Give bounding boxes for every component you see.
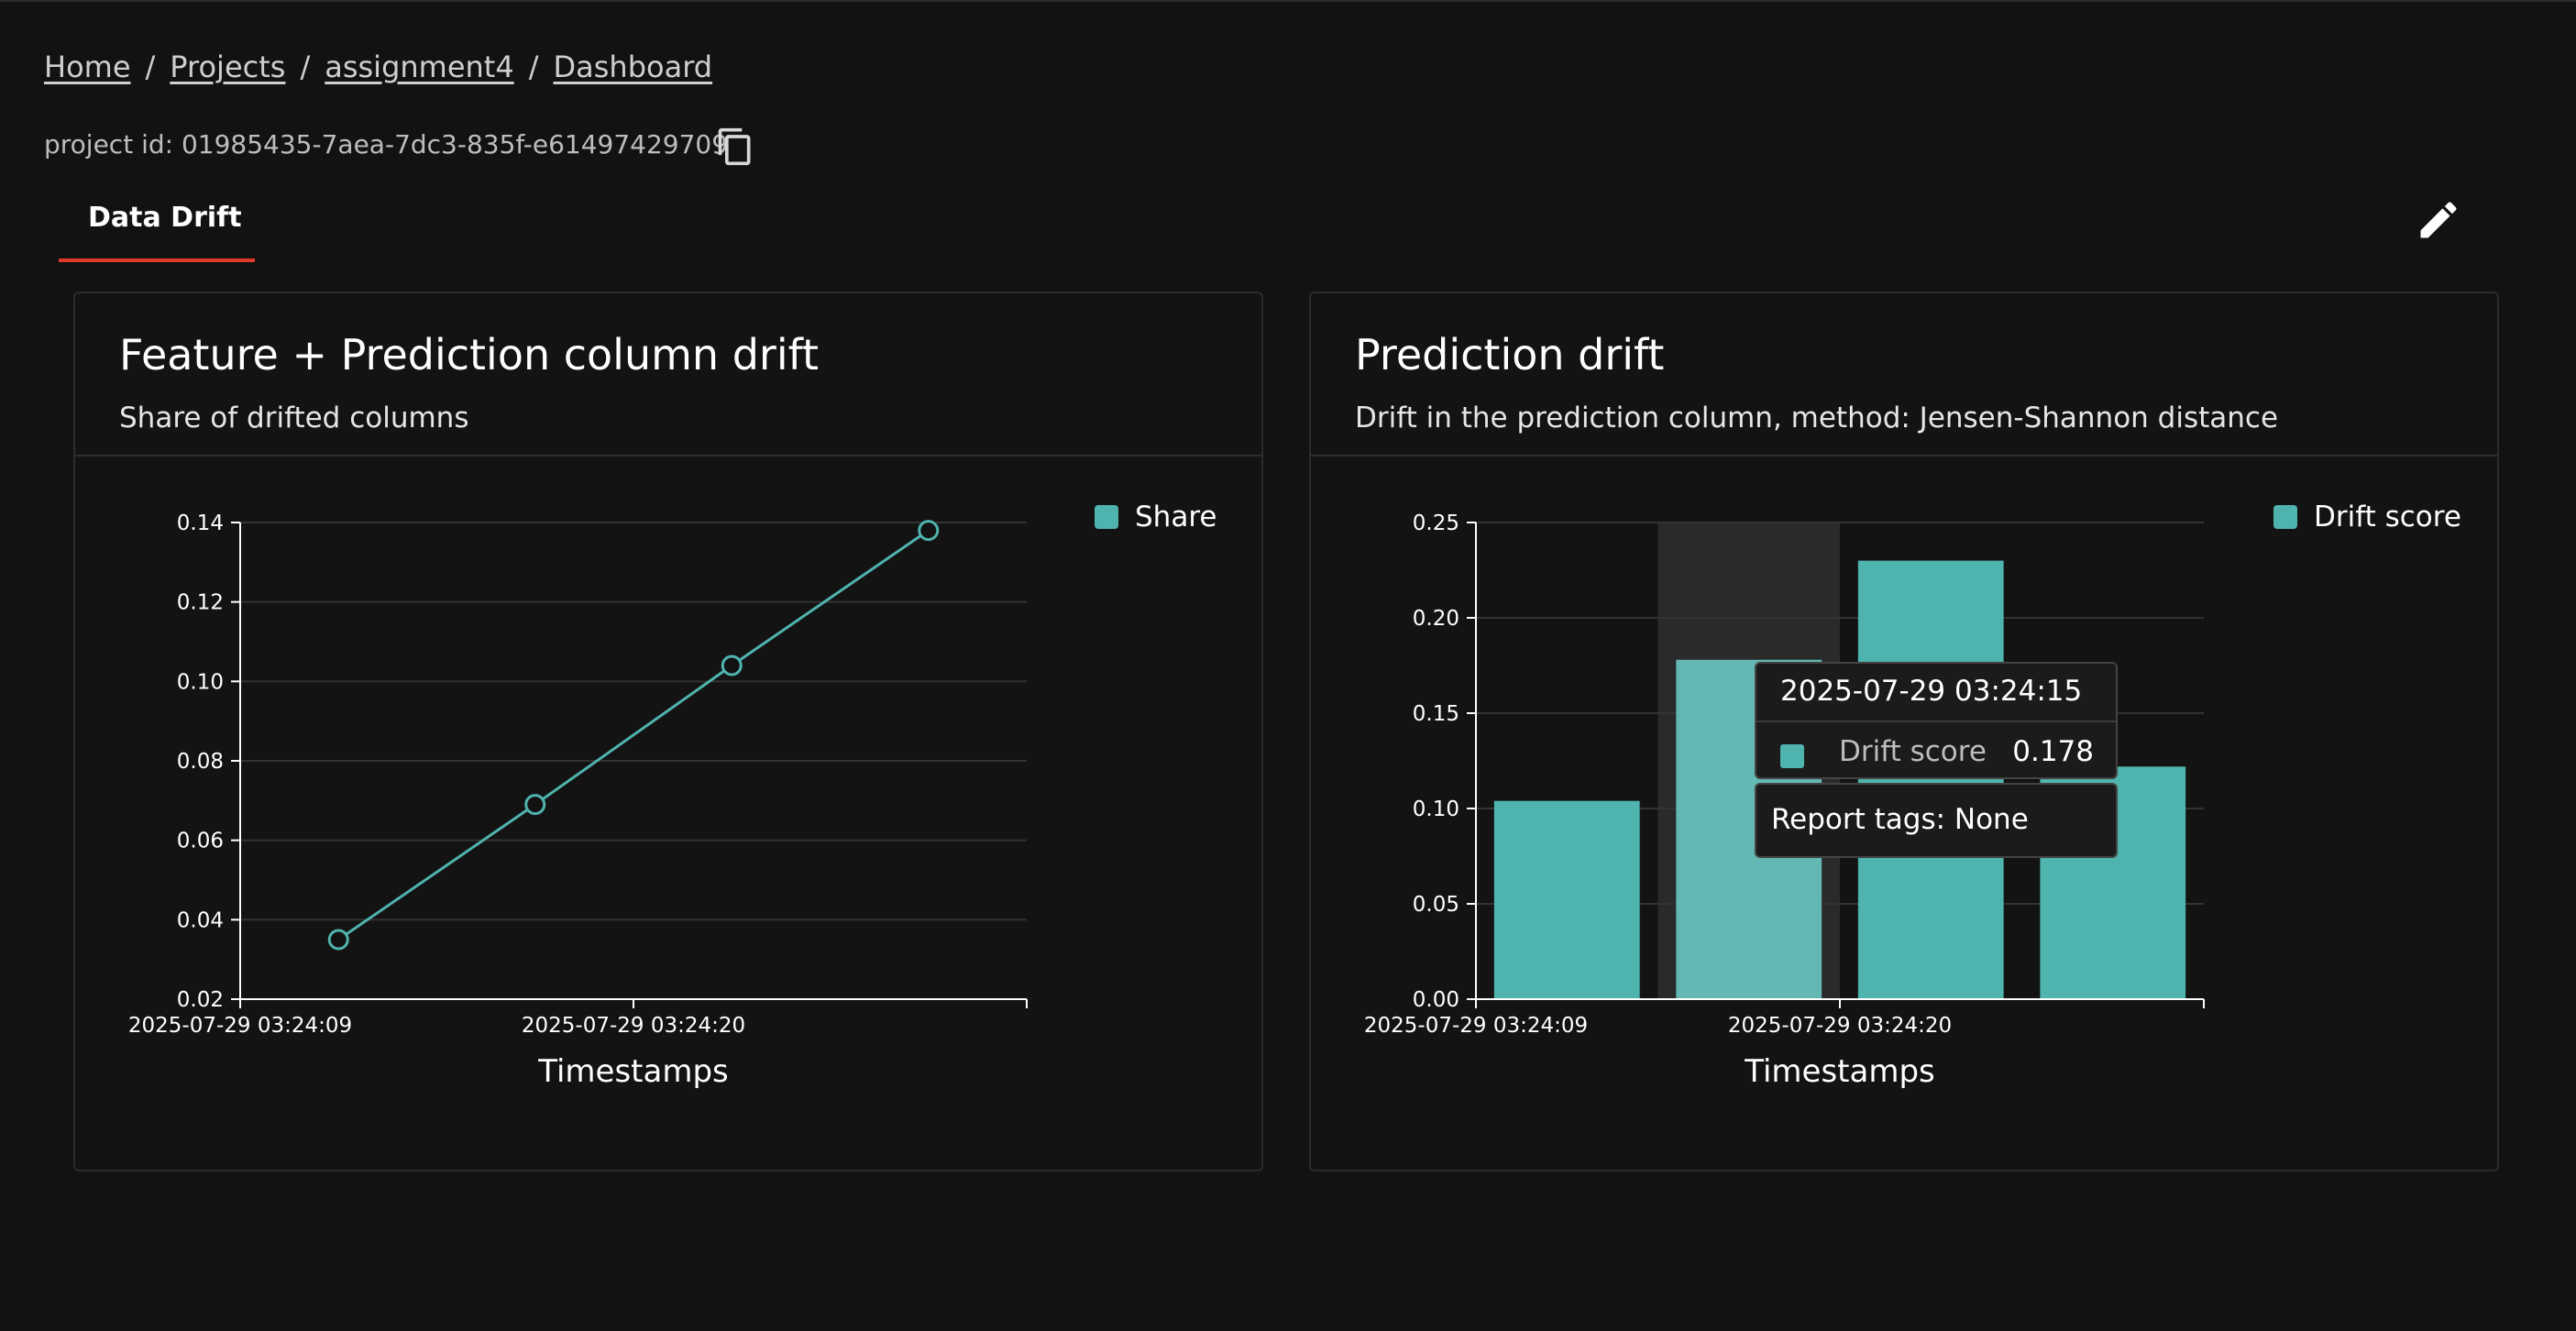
project-id: project id: 01985435-7aea-7dc3-835f-e614… — [44, 129, 728, 160]
breadcrumb-separator: / — [300, 50, 311, 84]
breadcrumb-separator: / — [145, 50, 156, 84]
tooltip-tags: Report tags: None — [1755, 783, 2118, 858]
panel-subtitle: Drift in the prediction column, method: … — [1355, 402, 2279, 434]
tooltip-series-name: Drift score — [1839, 735, 1987, 768]
copy-icon — [718, 127, 751, 166]
tab-data-drift[interactable]: Data Drift — [59, 189, 255, 262]
tooltip-tags-label: Report tags: — [1771, 803, 1946, 836]
chart-tooltip: 2025-07-29 03:24:15 Drift score 0.178 Re… — [1755, 662, 2118, 858]
breadcrumb-project-link[interactable]: assignment4 — [325, 50, 513, 84]
breadcrumb: Home / Projects / assignment4 / Dashboard — [44, 50, 712, 84]
tooltip-body: 2025-07-29 03:24:15 Drift score 0.178 — [1755, 662, 2118, 779]
panel-subtitle: Share of drifted columns — [119, 402, 469, 434]
tooltip-tags-text: Report tags: None — [1771, 803, 2029, 836]
tooltip-date: 2025-07-29 03:24:15 — [1780, 675, 2083, 708]
breadcrumb-home-link[interactable]: Home — [44, 50, 131, 84]
legend-label: Share — [1135, 500, 1217, 534]
tab-data-drift-label: Data Drift — [88, 202, 242, 234]
tooltip-value: 0.178 — [2012, 735, 2094, 768]
breadcrumb-projects-link[interactable]: Projects — [170, 50, 285, 84]
edit-dashboard-button[interactable] — [2415, 196, 2462, 244]
legend-drift-score[interactable]: Drift score — [2273, 500, 2461, 534]
panel-title: Prediction drift — [1355, 330, 1665, 380]
tooltip-series-swatch — [1780, 744, 1804, 768]
breadcrumb-dashboard-link[interactable]: Dashboard — [553, 50, 712, 84]
breadcrumb-separator: / — [528, 50, 539, 84]
legend-label: Drift score — [2314, 500, 2461, 534]
project-id-value: 01985435-7aea-7dc3-835f-e61497429709 — [181, 129, 729, 160]
legend-share[interactable]: Share — [1095, 500, 1216, 534]
project-id-label: project id: — [44, 129, 174, 160]
panel-title: Feature + Prediction column drift — [119, 330, 820, 380]
legend-swatch — [1095, 505, 1118, 529]
active-tab-indicator — [59, 258, 255, 262]
pencil-icon — [2420, 202, 2457, 238]
copy-project-id-button[interactable] — [715, 126, 755, 167]
feature-drift-panel: Feature + Prediction column drift Share … — [73, 292, 1263, 1172]
panel-divider — [1311, 455, 2497, 456]
panel-divider — [75, 455, 1261, 456]
tooltip-divider — [1756, 720, 2116, 722]
top-border — [0, 0, 2576, 2]
legend-swatch — [2273, 505, 2297, 529]
tooltip-tags-value: None — [1954, 803, 2029, 836]
